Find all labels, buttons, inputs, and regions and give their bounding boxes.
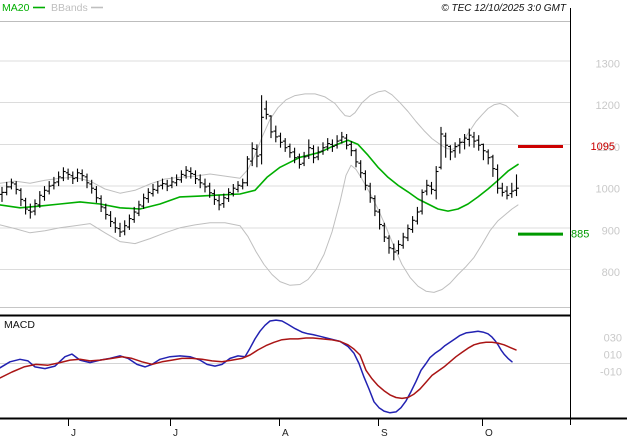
month-label: J — [71, 428, 76, 439]
price-axis-label: 800 — [602, 267, 620, 279]
price-axis-label: 1000 — [596, 184, 620, 196]
macd-axis-label: -010 — [600, 367, 622, 379]
macd-chart-area[interactable] — [0, 316, 570, 418]
month-label: A — [282, 428, 289, 439]
copyright-text: © TEC 12/10/2025 3:0 GMT — [441, 3, 567, 14]
macd-panel-label: MACD — [4, 319, 35, 331]
month-label: S — [381, 428, 388, 439]
month-label: J — [173, 428, 178, 439]
macd-axis-label: 010 — [604, 350, 622, 362]
legend-bbands-label: BBands — [51, 2, 88, 14]
price-axis-label: 1300 — [596, 59, 620, 71]
resistance-level-label: 1095 — [591, 141, 615, 153]
support-level-label: 885 — [571, 229, 589, 241]
price-axis-label: 900 — [602, 225, 620, 237]
macd-axis-label: 030 — [604, 333, 622, 345]
month-label: O — [485, 428, 493, 439]
stock-chart: MA20 BBands © TEC 12/10/2025 3:0 GMT MAC… — [0, 0, 627, 440]
price-axis-label: 1200 — [596, 100, 620, 112]
legend-ma20-label: MA20 — [2, 2, 30, 14]
